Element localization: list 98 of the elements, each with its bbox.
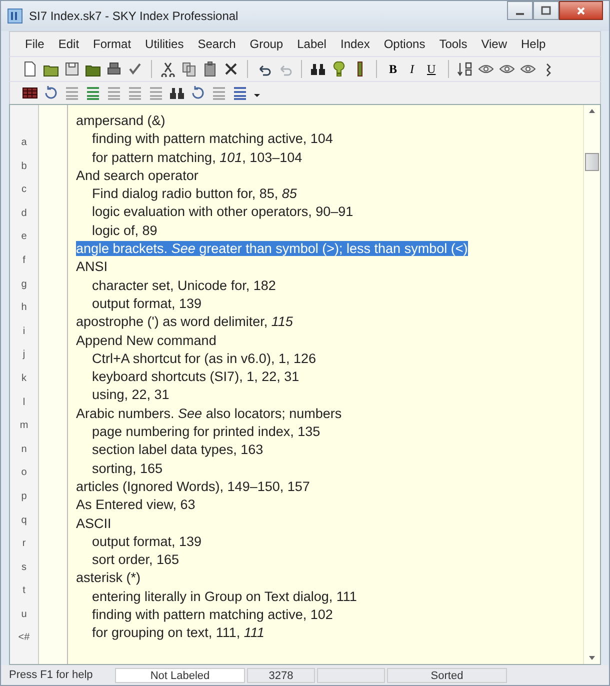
status-text: Sorted bbox=[387, 668, 507, 682]
bold-button[interactable]: B bbox=[385, 62, 402, 76]
letter-tab[interactable]: j bbox=[22, 347, 26, 363]
menu-item[interactable]: File bbox=[18, 35, 52, 53]
letter-tab[interactable]: f bbox=[22, 252, 26, 269]
index-subentry[interactable]: logic evaluation with other operators, 90–91 bbox=[92, 204, 354, 220]
index-subentry[interactable]: for grouping on text, 111, 111 bbox=[92, 625, 264, 640]
index-subentry[interactable]: section label data types, 163 bbox=[92, 442, 264, 458]
paste-icon[interactable] bbox=[202, 61, 218, 77]
window-title: SI7 Index.sk7 - SKY Index Professional bbox=[29, 9, 238, 23]
binoculars-icon[interactable] bbox=[310, 61, 326, 77]
index-entry[interactable]: ASCII bbox=[76, 516, 112, 531]
index-subentry[interactable]: Ctrl+A shortcut for (as in v6.0), 1, 126 bbox=[92, 350, 316, 366]
index-subentry[interactable]: sort order, 165 bbox=[92, 552, 180, 568]
status-text: Not Labeled bbox=[115, 668, 245, 682]
index-entry[interactable]: Append New command bbox=[76, 332, 216, 348]
index-subentry[interactable]: finding with pattern matching active, 102 bbox=[92, 607, 333, 622]
new-file-icon[interactable] bbox=[22, 61, 38, 77]
index-entry[interactable]: apostrophe (') as word delimiter, 115 bbox=[76, 314, 293, 330]
letter-tab[interactable]: c bbox=[22, 182, 26, 198]
index-entry[interactable]: articles (Ignored Words), 149–150, 157 bbox=[76, 478, 310, 494]
letter-tab[interactable]: r bbox=[22, 536, 26, 552]
save-icon[interactable] bbox=[64, 61, 80, 77]
delete-icon[interactable] bbox=[223, 61, 239, 77]
index-subentry[interactable]: finding with pattern matching active, 104 bbox=[92, 131, 333, 146]
menu-item[interactable]: Utilities bbox=[138, 35, 191, 53]
menu-item[interactable]: Group bbox=[242, 35, 290, 53]
letter-tab[interactable]: q bbox=[21, 512, 27, 528]
letter-tab[interactable]: h bbox=[21, 300, 27, 316]
cut-icon[interactable] bbox=[160, 61, 176, 77]
scroll-thumb[interactable] bbox=[585, 153, 599, 171]
menu-item[interactable]: View bbox=[474, 35, 514, 53]
index-entry[interactable]: As Entered view, 63 bbox=[76, 497, 196, 512]
index-entry[interactable]: ANSI bbox=[76, 259, 108, 274]
menu-item[interactable]: Label bbox=[290, 35, 334, 53]
letter-tab[interactable]: d bbox=[21, 206, 27, 222]
letter-tab[interactable]: b bbox=[21, 158, 27, 174]
app-icon bbox=[7, 8, 23, 24]
index-entry[interactable]: asterisk (*) bbox=[76, 570, 141, 586]
letter-tab[interactable]: n bbox=[21, 442, 27, 458]
letter-tab[interactable]: l bbox=[22, 394, 26, 410]
letter-tab[interactable]: u bbox=[21, 606, 27, 622]
letter-tab[interactable]: i bbox=[22, 324, 26, 340]
list-icon[interactable] bbox=[85, 85, 101, 101]
print-icon[interactable] bbox=[106, 61, 122, 77]
close-icon bbox=[576, 6, 586, 16]
spell-check-icon[interactable] bbox=[127, 61, 143, 77]
index-subentry[interactable]: logic of, 89 bbox=[92, 222, 158, 238]
copy-icon[interactable] bbox=[181, 61, 197, 77]
index-entry[interactable]: Arabic numbers. See also locators; numbers bbox=[76, 406, 342, 421]
index-subentry[interactable]: page numbering for printed index, 135 bbox=[92, 424, 320, 440]
menu-item[interactable]: Tools bbox=[432, 35, 474, 53]
index-subentry[interactable]: keyboard shortcuts (SI7), 1, 22, 31 bbox=[92, 369, 300, 384]
menu-item[interactable]: Format bbox=[86, 35, 138, 53]
maximize-button[interactable] bbox=[533, 1, 559, 20]
index-entry[interactable]: ampersand (&) bbox=[76, 113, 166, 128]
letter-tab[interactable]: a bbox=[21, 135, 27, 151]
menu-item[interactable]: Edit bbox=[51, 35, 86, 53]
index-entry[interactable]: angle brackets. See greater than symbol (>); less than symbol (<) bbox=[76, 241, 468, 256]
list-icon[interactable] bbox=[232, 85, 248, 101]
refresh-icon[interactable] bbox=[43, 85, 59, 101]
letter-tab[interactable]: g bbox=[21, 276, 27, 292]
status-panel bbox=[317, 668, 385, 682]
minimize-icon bbox=[516, 12, 524, 14]
scrollbar[interactable] bbox=[583, 105, 600, 664]
letter-tab[interactable]: s bbox=[22, 560, 26, 576]
letter-tab[interactable]: <# bbox=[18, 630, 30, 646]
letter-tab[interactable]: o bbox=[21, 465, 27, 481]
menu-item[interactable]: Options bbox=[376, 35, 432, 53]
refresh-icon[interactable] bbox=[190, 85, 206, 101]
index-subentry[interactable]: for pattern matching, 101, 103–104 bbox=[92, 150, 302, 165]
menu-item[interactable]: Search bbox=[190, 35, 243, 53]
maximize-icon bbox=[541, 6, 551, 16]
index-subentry[interactable]: Find dialog radio button for, 85, 85 bbox=[92, 186, 297, 202]
index-subentry[interactable]: entering literally in Group on Text dialog, 111 bbox=[92, 588, 357, 604]
letter-tab[interactable]: k bbox=[22, 370, 26, 387]
letter-tab[interactable]: m bbox=[20, 418, 28, 434]
bulb-icon[interactable] bbox=[331, 61, 347, 77]
underline-button[interactable]: U bbox=[423, 62, 440, 76]
status-text: 3278 bbox=[247, 668, 315, 682]
status-text: Press F1 for help bbox=[9, 668, 94, 682]
index-subentry[interactable]: using, 22, 31 bbox=[92, 387, 170, 402]
italic-button[interactable]: I bbox=[406, 62, 418, 76]
grid-icon[interactable] bbox=[22, 85, 38, 101]
sort-icon[interactable] bbox=[456, 61, 473, 77]
index-subentry[interactable]: sorting, 165 bbox=[92, 460, 163, 476]
minimize-button[interactable] bbox=[507, 1, 533, 20]
index-subentry[interactable]: output format, 139 bbox=[92, 296, 202, 311]
menu-item[interactable]: Help bbox=[514, 35, 553, 53]
binoculars-icon[interactable] bbox=[169, 85, 185, 101]
menu-item[interactable]: Index bbox=[333, 35, 377, 53]
index-entry[interactable]: And search operator bbox=[76, 168, 198, 183]
index-subentry[interactable]: output format, 139 bbox=[92, 534, 202, 549]
letter-tab[interactable]: p bbox=[21, 488, 27, 504]
close-button[interactable] bbox=[559, 1, 603, 20]
index-subentry[interactable]: character set, Unicode for, 182 bbox=[92, 278, 276, 293]
letter-tab[interactable]: e bbox=[21, 229, 27, 245]
letter-tab[interactable]: t bbox=[22, 583, 26, 599]
